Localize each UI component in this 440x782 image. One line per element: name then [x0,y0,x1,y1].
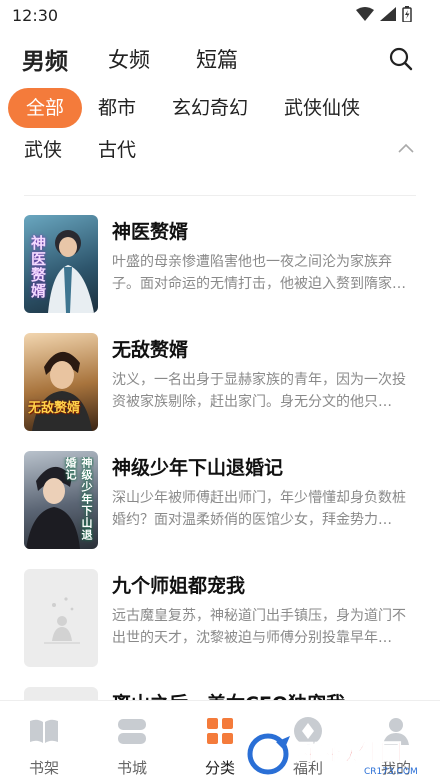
signal-icon [380,7,396,21]
book-cover[interactable]: 神医赘婿 [24,215,98,313]
book-title[interactable]: 神医赘婿 [112,217,188,244]
cover-title: 神级少年下山退婚记 [64,457,93,541]
book-cover[interactable] [24,569,98,667]
category-chip-all[interactable]: 全部 [8,88,82,128]
category-row-2: 武侠 古代 [0,130,440,170]
category-chip-wuxia-xianxia[interactable]: 武侠仙侠 [284,88,360,128]
cover-placeholder-image [44,597,80,644]
status-time: 12:30 [12,6,59,25]
divider [24,195,416,196]
watermark-subtext: CR173.COM [364,767,418,777]
battery-icon [402,6,412,22]
book-item[interactable]: 神级少年下山退婚记 神级少年下山退婚记 深山少年被师傅赶出师门，年少懵懂却身负数… [24,451,420,549]
book-title[interactable]: 神级少年下山退婚记 [112,453,283,480]
category-row-1: 全部 都市 玄幻奇幻 武侠仙侠 [0,88,440,128]
chevron-up-icon[interactable] [396,140,416,156]
status-bar: 12:30 [0,0,440,32]
book-description: 远古魔皇复苏，神秘道门出手镇压，身为道门不出世的天才，沈黎被迫与师傅分别投靠早年… [112,608,406,646]
book-description: 深山少年被师傅赶出师门，年少懵懂却身负数桩婚约？面对温柔娇俏的医馆少女，拜金势力… [112,490,406,528]
category-chip-urban[interactable]: 都市 [98,88,136,128]
book-icon [30,719,58,743]
cover-title: 神医赘婿 [29,235,47,299]
tab-female[interactable]: 女频 [108,44,150,74]
search-icon[interactable] [388,46,414,72]
book-description: 沈义，一名出身于显赫家族的青年，因为一次投资被家族剔除，赶出家门。身无分文的他只… [112,372,406,410]
category-chip-wuxia[interactable]: 武侠 [24,130,62,170]
book-item[interactable]: 神医赘婿 神医赘婿 叶盛的母亲惨遭陷害他也一夜之间沦为家族弃子。面对命运的无情打… [24,215,420,313]
watermark-text: 西西软件园 [292,740,402,766]
tab-male[interactable]: 男频 [22,42,68,76]
watermark-logo: 西西软件园 CR173.COM [246,728,422,778]
gender-tabs: 男频 女频 短篇 [0,40,440,80]
status-icons [356,6,412,22]
book-description: 叶盛的母亲惨遭陷害他也一夜之间沦为家族弃子。面对命运的无情打击，他被迫入赘到隋家… [112,254,406,292]
store-icon [118,719,146,744]
cover-figure-image [32,351,92,431]
wifi-icon [356,7,374,21]
cover-title: 无敌赘婿 [28,401,81,416]
book-cover[interactable]: 无敌赘婿 [24,333,98,431]
nav-label: 书架 [28,759,59,777]
nav-bookstore[interactable]: 书城 [88,701,176,782]
book-title[interactable]: 无敌赘婿 [112,335,188,362]
category-chip-ancient[interactable]: 古代 [98,130,136,170]
nav-label: 书城 [116,759,147,777]
book-item[interactable]: 无敌赘婿 无敌赘婿 沈义，一名出身于显赫家族的青年，因为一次投资被家族剔除，赶出… [24,333,420,431]
category-chip-fantasy[interactable]: 玄幻奇幻 [172,88,248,128]
book-item[interactable]: 九个师姐都宠我 远古魔皇复苏，神秘道门出手镇压，身为道门不出世的天才，沈黎被迫与… [24,569,420,667]
watermark-logo-icon: 西西软件园 CR173.COM [247,733,418,777]
book-cover[interactable]: 神级少年下山退婚记 [24,451,98,549]
category-grid-icon [207,718,233,744]
book-title[interactable]: 九个师姐都宠我 [112,571,245,598]
nav-bookshelf[interactable]: 书架 [0,701,88,782]
tab-short[interactable]: 短篇 [196,44,238,74]
